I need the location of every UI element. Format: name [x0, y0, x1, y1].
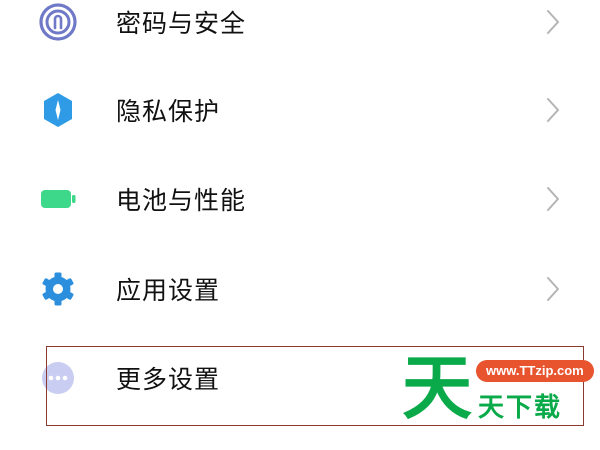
settings-item-label: 应用设置: [116, 276, 221, 305]
chevron-right-icon: [545, 96, 561, 124]
watermark-logo: 天 www.TTzip.com 天下载: [402, 347, 594, 429]
watermark-sub-text: 天下载: [478, 393, 563, 423]
settings-item-label: 密码与安全: [116, 9, 247, 38]
chevron-right-icon: [545, 275, 561, 303]
chevron-right-icon: [545, 185, 561, 213]
battery-icon: [38, 179, 78, 219]
chevron-right-icon: [545, 8, 561, 36]
settings-item-label: 更多设置: [116, 365, 221, 394]
settings-item-battery-performance[interactable]: 电池与性能: [0, 155, 600, 243]
settings-item-app-settings[interactable]: 应用设置: [0, 245, 600, 333]
watermark-url-badge: www.TTzip.com: [476, 360, 594, 382]
settings-list: 密码与安全 隐私保护 电池与性能 应用设置 更多设置 天 www.TTzip.c…: [0, 0, 600, 450]
settings-item-password-security[interactable]: 密码与安全: [0, 0, 600, 66]
fingerprint-icon: [38, 2, 78, 42]
gear-icon: [38, 269, 78, 309]
watermark-big-char: 天: [402, 347, 472, 429]
settings-item-label: 隐私保护: [116, 97, 221, 126]
settings-item-privacy[interactable]: 隐私保护: [0, 66, 600, 154]
more-dots-icon: [38, 358, 78, 398]
privacy-shield-icon: [38, 90, 78, 130]
settings-item-label: 电池与性能: [116, 186, 247, 215]
